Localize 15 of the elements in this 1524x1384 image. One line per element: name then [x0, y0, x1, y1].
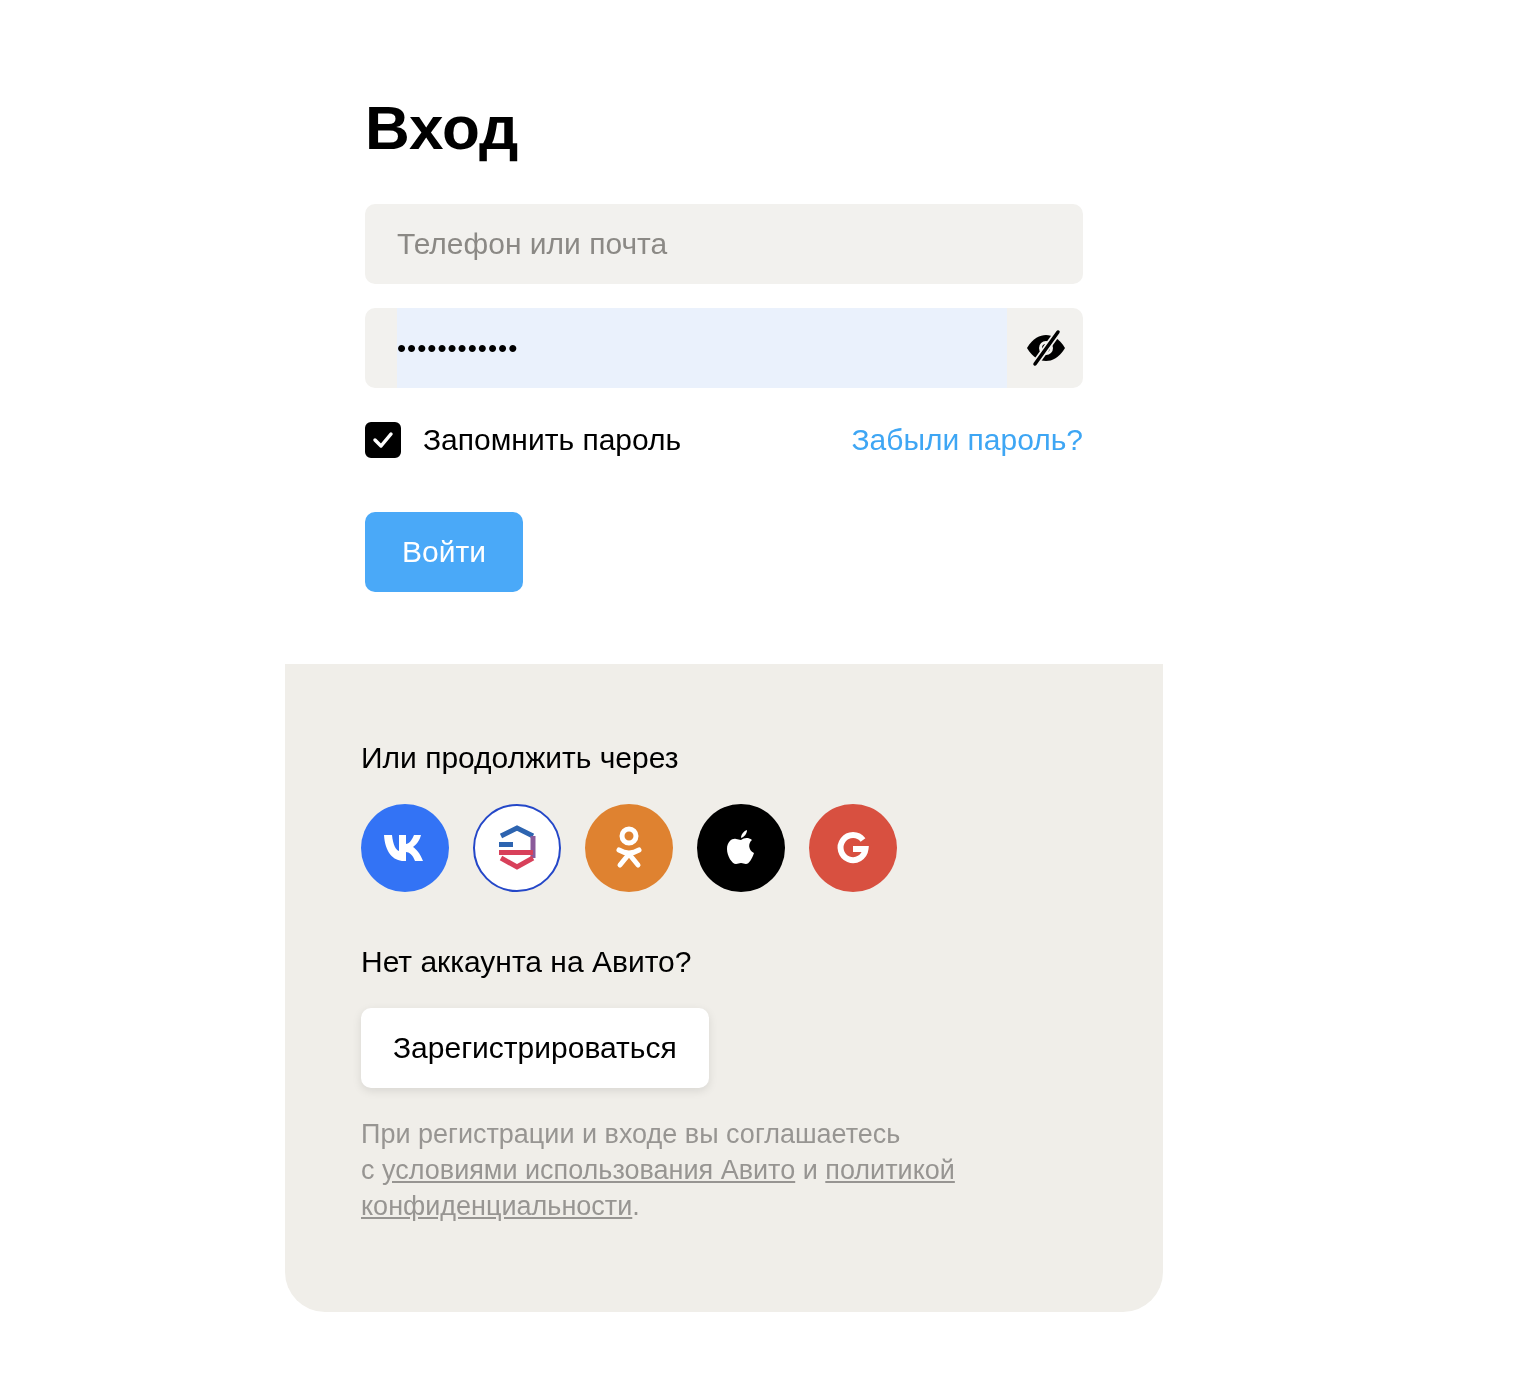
legal-link[interactable]: политикой	[825, 1155, 955, 1185]
legal-text: При регистрации и входе вы соглашаетесь с условиями использования Авито и политикой конфиденциальности.	[361, 1118, 956, 1223]
login-field[interactable]: Телефон или почта	[365, 204, 1083, 284]
remember-label: Запомнить пароль	[423, 423, 682, 457]
legal-link[interactable]: условиями использования Авито	[382, 1155, 796, 1185]
signup-question: Нет аккаунта на Авито?	[361, 944, 693, 980]
hidden-eye-icon[interactable]	[1025, 329, 1067, 367]
remember-checkbox[interactable]	[365, 422, 401, 458]
legal-link[interactable]: конфиденциальности	[361, 1191, 633, 1221]
signup-button[interactable]: Зарегистрироваться	[361, 1008, 709, 1088]
password-field[interactable]: ••••••••••••	[365, 308, 1083, 388]
forgot-password-link[interactable]: Забыли пароль?	[851, 423, 1083, 457]
page-title: Вход	[365, 92, 520, 164]
login-button[interactable]: Войти	[365, 512, 523, 592]
social-heading: Или продолжить через	[361, 740, 680, 776]
